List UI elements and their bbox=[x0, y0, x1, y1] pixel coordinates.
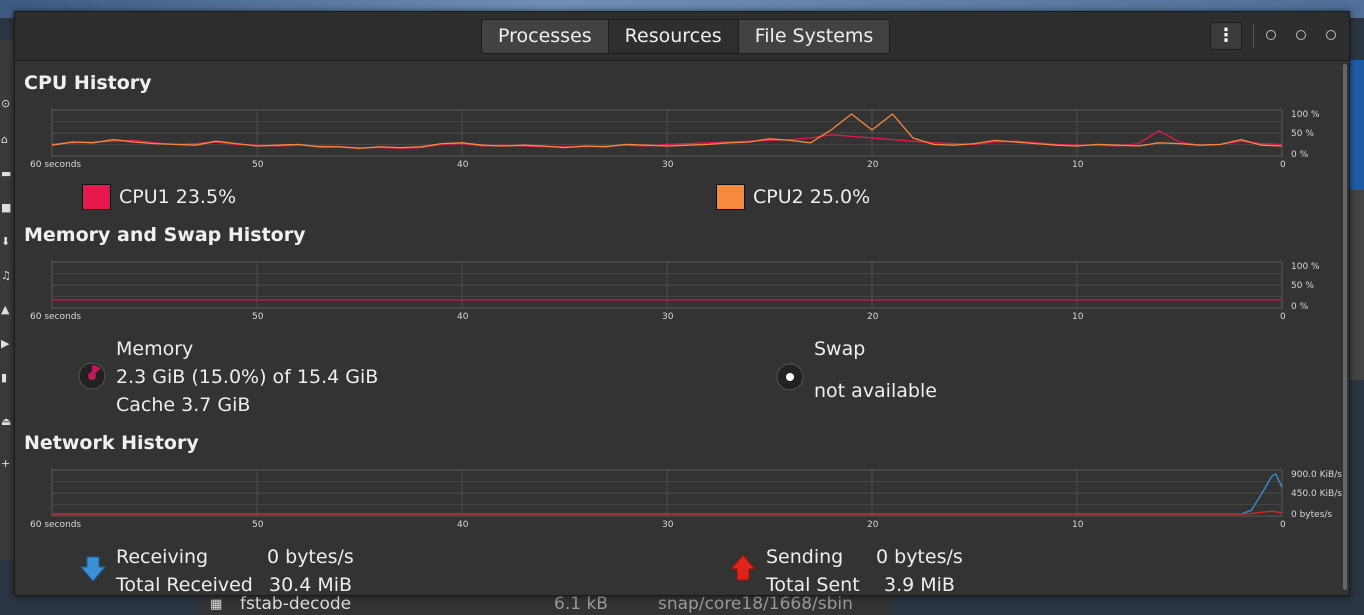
sending-value: 0 bytes/s bbox=[876, 546, 963, 568]
background-file-name: fstab-decode bbox=[240, 594, 352, 614]
upload-arrow-icon bbox=[729, 554, 757, 581]
eject-icon[interactable]: ⏏ bbox=[1, 416, 12, 427]
left-dock: ⊙ ⌂ ▬ ■ ⬇ ♫ ▲ ▶ ▮ ⏏ + bbox=[0, 40, 14, 560]
x-tick-label: 20 bbox=[867, 520, 879, 530]
background-window-2 bbox=[1350, 190, 1364, 380]
total-received-label: Total Received bbox=[116, 574, 253, 596]
clock-icon[interactable]: ⊙ bbox=[1, 98, 12, 109]
x-tick-label: 40 bbox=[457, 520, 469, 530]
x-tick-label: 30 bbox=[662, 520, 674, 530]
receiving-value: 0 bytes/s bbox=[267, 546, 354, 568]
network-history-graph: 60 seconds 50 40 30 20 10 0 900.0 KiB/s 450.0 Ki… bbox=[30, 469, 1342, 530]
home-icon[interactable]: ⌂ bbox=[1, 134, 12, 145]
total-sent-label: Total Sent bbox=[766, 574, 860, 596]
x-tick-label: 0 bbox=[1280, 520, 1286, 530]
x-tick-label: 50 bbox=[252, 520, 264, 530]
download-arrow-icon bbox=[79, 556, 107, 582]
receiving-label: Receiving bbox=[116, 546, 209, 568]
total-received-value: 30.4 MiB bbox=[269, 574, 353, 596]
y-tick-label: 450.0 KiB/s bbox=[1291, 489, 1342, 499]
sending-label: Sending bbox=[766, 546, 844, 568]
y-tick-label: 900.0 KiB/s bbox=[1291, 470, 1342, 480]
document-icon[interactable]: ■ bbox=[1, 202, 12, 213]
music-icon[interactable]: ♫ bbox=[1, 270, 12, 281]
background-file-size: 6.1 kB bbox=[554, 594, 608, 614]
background-file-path: snap/core18/1668/sbin bbox=[658, 594, 853, 614]
download-icon[interactable]: ⬇ bbox=[1, 236, 12, 247]
system-monitor-window: Processes Resources File Systems ⋮ CPU H… bbox=[14, 11, 1350, 596]
x-tick-label: 60 seconds bbox=[30, 520, 81, 530]
x-tick-label: 10 bbox=[1072, 520, 1084, 530]
file-icon: ▦ bbox=[210, 597, 223, 612]
background-window bbox=[1348, 60, 1364, 190]
video-icon[interactable]: ▶ bbox=[1, 338, 12, 349]
drive-icon[interactable]: ▬ bbox=[1, 168, 12, 179]
y-tick-label: 0 bytes/s bbox=[1291, 510, 1332, 520]
trash-icon[interactable]: ▮ bbox=[1, 372, 12, 383]
total-sent-value: 3.9 MiB bbox=[884, 574, 955, 596]
background-file-row: ▦ fstab-decode 6.1 kB snap/core18/1668/s… bbox=[200, 594, 890, 615]
add-icon[interactable]: + bbox=[1, 458, 12, 469]
scrollbar[interactable] bbox=[1343, 64, 1347, 590]
picture-icon[interactable]: ▲ bbox=[1, 304, 12, 315]
